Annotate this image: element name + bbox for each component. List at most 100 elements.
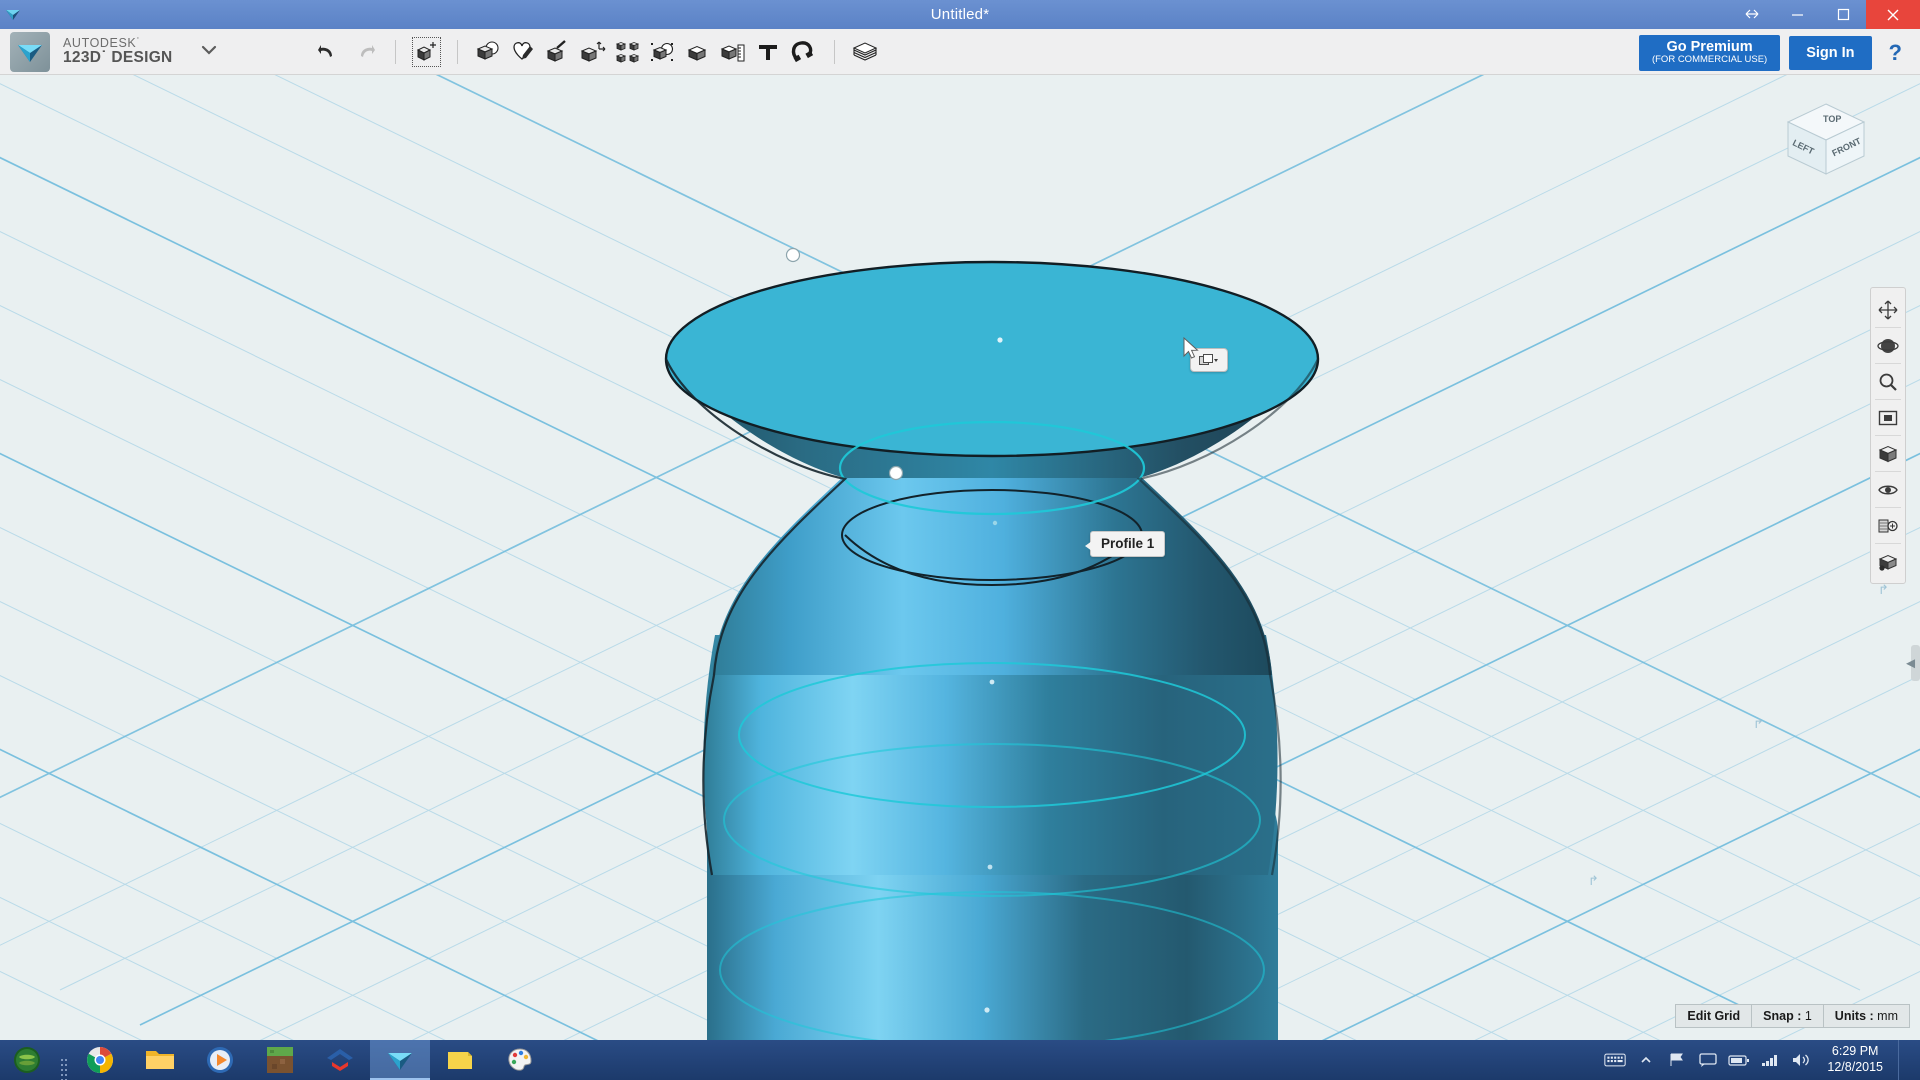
brand-menu[interactable]: AUTODESK˙ 123D˙ DESIGN (0, 31, 219, 72)
viewport-status-bar: Edit Grid Snap : 1 Units : mm (1675, 1004, 1910, 1028)
center-point-lower (987, 864, 993, 870)
clock-time: 6:29 PM (1831, 1044, 1879, 1059)
measure-tool-button[interactable] (716, 34, 751, 70)
show-desktop-button[interactable] (1898, 1040, 1908, 1080)
sketch-tool-button[interactable] (506, 34, 541, 70)
start-button[interactable] (0, 1040, 54, 1080)
taskbar-app-chrome[interactable] (70, 1040, 130, 1080)
go-premium-button[interactable]: Go Premium (FOR COMMERCIAL USE) (1638, 35, 1781, 71)
restore-down-button[interactable] (1735, 2, 1769, 26)
mouse-cursor-icon (1183, 337, 1199, 359)
pan-tool-button[interactable] (1871, 292, 1905, 327)
redo-button[interactable] (347, 34, 382, 70)
taskbar-app-paint[interactable] (490, 1040, 550, 1080)
pattern-tool-button[interactable] (611, 34, 646, 70)
display-settings-button[interactable] (1871, 508, 1905, 543)
text-tool-button[interactable] (751, 34, 786, 70)
volume-speaker-icon[interactable] (1790, 1040, 1812, 1080)
grouping-tool-button[interactable] (646, 34, 681, 70)
touch-keyboard-icon[interactable] (1604, 1040, 1627, 1080)
taskbar-app-minecraft[interactable] (250, 1040, 310, 1080)
flag-icon[interactable] (1666, 1040, 1688, 1080)
toolbar-separator (833, 39, 835, 64)
vertex-handle-top-left (785, 247, 801, 263)
taskbar-clock[interactable]: 6:29 PM 12/8/2015 (1821, 1044, 1889, 1075)
center-point-mid (989, 679, 995, 685)
center-point-top (997, 337, 1003, 343)
chevron-down-icon[interactable] (199, 43, 219, 61)
autodesk-123d-logo (388, 1053, 412, 1070)
edit-grid-button[interactable]: Edit Grid (1675, 1004, 1752, 1028)
minimize-button[interactable] (1774, 0, 1820, 29)
model-lofted-vase[interactable] (0, 75, 1920, 1040)
taskbar-app-media-player[interactable] (190, 1040, 250, 1080)
account-actions: Go Premium (FOR COMMERCIAL USE) Sign In … (1638, 35, 1910, 71)
view-tool-rail (1870, 287, 1906, 584)
snap-setting[interactable]: Snap : 1 (1751, 1004, 1823, 1028)
taskbar-app-123d-design[interactable] (370, 1040, 430, 1080)
go-premium-label: Go Premium (1666, 39, 1753, 55)
chrome-icon (87, 1047, 113, 1073)
toolbar-separator (456, 39, 458, 64)
app-logo-icon (10, 31, 50, 72)
center-point-base (984, 1007, 990, 1013)
visibility-eye-button[interactable] (1871, 472, 1905, 507)
taskbar-app-sketchup[interactable] (310, 1040, 370, 1080)
taskbar-app-notepad[interactable] (430, 1040, 490, 1080)
panel-expand-arrow-icon[interactable]: ◄ (1903, 655, 1918, 672)
action-center-message-icon[interactable] (1697, 1040, 1719, 1080)
notes-icon (448, 1052, 472, 1069)
network-bars-icon[interactable] (1759, 1040, 1781, 1080)
construct-tool-button[interactable] (541, 34, 576, 70)
sketchup-icon (327, 1049, 353, 1071)
zoom-tool-button[interactable] (1871, 364, 1905, 399)
windows-taskbar: 6:29 PM 12/8/2015 (0, 1040, 1920, 1080)
modify-tool-button[interactable] (576, 34, 611, 70)
show-hidden-icons-chevron-up-icon[interactable] (1635, 1040, 1657, 1080)
minecraft-icon (267, 1047, 293, 1073)
close-button[interactable] (1866, 0, 1920, 29)
units-value: mm (1877, 1009, 1898, 1023)
taskbar-app-file-explorer[interactable] (130, 1040, 190, 1080)
render-style-button[interactable] (1871, 544, 1905, 579)
folder-icon (146, 1051, 174, 1069)
toolbar-separator (394, 39, 396, 64)
window-controls (1774, 0, 1920, 29)
vertex-handle-mid (888, 465, 904, 481)
window-title: Untitled* (930, 6, 990, 23)
view-cube-top-label[interactable]: TOP (1823, 114, 1841, 124)
combine-tool-button[interactable] (681, 34, 716, 70)
system-tray: 6:29 PM 12/8/2015 (1604, 1040, 1920, 1080)
views-cube-button[interactable] (1871, 436, 1905, 471)
grid-glyph-3: ↱ (1588, 873, 1599, 888)
undo-button[interactable] (312, 34, 347, 70)
grid-glyph-1: ↱ (1878, 582, 1889, 597)
clock-date: 12/8/2015 (1827, 1060, 1883, 1074)
transform-tool-button[interactable] (409, 34, 444, 70)
battery-icon[interactable] (1728, 1040, 1750, 1080)
grid-glyph-2: ↱ (1753, 716, 1764, 731)
help-button[interactable]: ? (1881, 40, 1910, 66)
go-premium-subtitle: (FOR COMMERCIAL USE) (1651, 54, 1768, 66)
units-label: Units : (1834, 1009, 1874, 1023)
profile-label[interactable]: Profile 1 (1084, 531, 1166, 557)
viewport-canvas[interactable]: Profile 1 TOP LEFT FRONT ◄ ↱ ↱ ↱ Edit Gr… (0, 75, 1920, 1040)
title-bar: Untitled* (0, 0, 1920, 29)
paint-palette-icon (508, 1048, 532, 1071)
application-toolbar: AUTODESK˙ 123D˙ DESIGN Go Premium (FOR C… (0, 29, 1920, 75)
brand-line-1: AUTODESK˙ (63, 35, 142, 50)
maximize-button[interactable] (1820, 0, 1866, 29)
sign-in-button[interactable]: Sign In (1789, 35, 1872, 70)
snap-tool-button[interactable] (786, 34, 821, 70)
snap-label: Snap : (1763, 1009, 1802, 1023)
material-tool-button[interactable] (848, 34, 883, 70)
units-setting[interactable]: Units : mm (1822, 1004, 1910, 1028)
fit-to-screen-button[interactable] (1871, 400, 1905, 435)
snap-value: 1 (1804, 1009, 1812, 1023)
snap-pivot-icon (1199, 353, 1218, 365)
orbit-tool-button[interactable] (1871, 328, 1905, 363)
primitives-tool-button[interactable] (471, 34, 506, 70)
taskbar-grip[interactable] (54, 1040, 70, 1080)
center-point-waist (992, 520, 998, 526)
view-cube[interactable]: TOP LEFT FRONT (1780, 100, 1872, 184)
